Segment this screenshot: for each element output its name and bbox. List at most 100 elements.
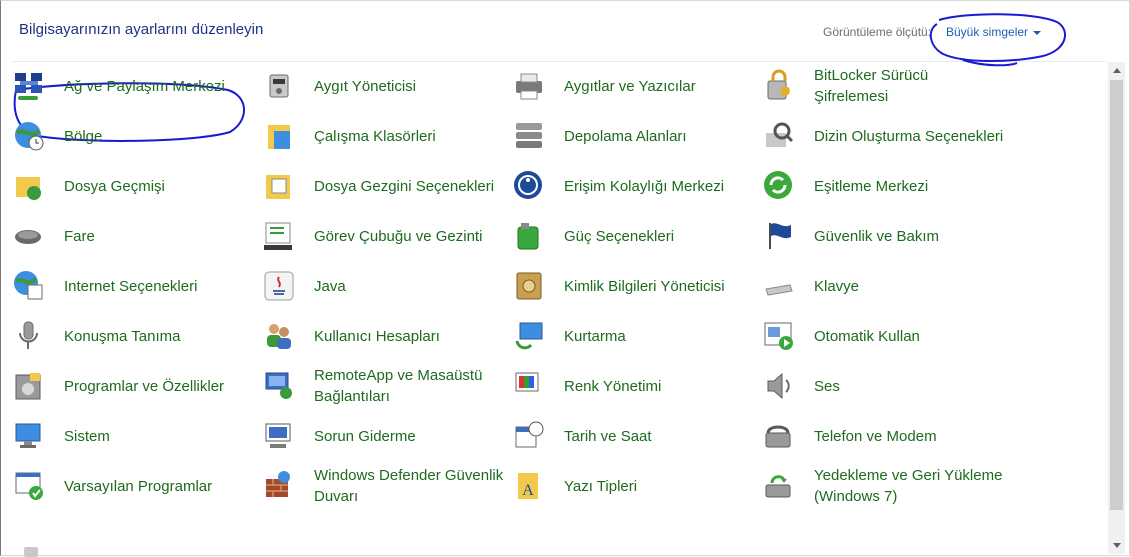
microphone-icon[interactable] <box>12 319 46 353</box>
ease-of-access-icon[interactable] <box>512 169 546 203</box>
control-panel-item-label[interactable]: Windows Defender Güvenlik Duvarı <box>314 465 504 507</box>
java-icon[interactable] <box>262 269 296 303</box>
control-panel-item[interactable]: Java <box>262 261 504 311</box>
control-panel-item[interactable]: Klavye <box>762 261 1004 311</box>
control-panel-item[interactable]: Ses <box>762 361 1004 411</box>
control-panel-item[interactable]: Tarih ve Saat <box>512 411 754 461</box>
control-panel-item[interactable]: Kurtarma <box>512 311 754 361</box>
credential-vault-icon[interactable] <box>512 269 546 303</box>
control-panel-item-label[interactable]: Erişim Kolaylığı Merkezi <box>564 176 754 197</box>
control-panel-item[interactable]: Varsayılan Programlar <box>12 461 254 511</box>
control-panel-item[interactable]: Kullanıcı Hesapları <box>262 311 504 361</box>
control-panel-item-label[interactable]: Tarih ve Saat <box>564 426 754 447</box>
control-panel-item[interactable]: RemoteApp ve Masaüstü Bağlantıları <box>262 361 504 411</box>
control-panel-item-label[interactable]: RemoteApp ve Masaüstü Bağlantıları <box>314 365 504 407</box>
troubleshooting-icon[interactable] <box>262 419 296 453</box>
control-panel-item-label[interactable]: Çalışma Klasörleri <box>314 126 504 147</box>
control-panel-item[interactable]: Çalışma Klasörleri <box>262 111 504 161</box>
control-panel-item-label[interactable]: Yedekleme ve Geri Yükleme (Windows 7) <box>814 465 1004 507</box>
control-panel-item[interactable]: Kimlik Bilgileri Yöneticisi <box>512 261 754 311</box>
control-panel-item[interactable]: Telefon ve Modem <box>762 411 1004 461</box>
file-history-icon[interactable] <box>12 169 46 203</box>
control-panel-item-label[interactable]: Ses <box>814 376 1004 397</box>
globe-clock-icon[interactable] <box>12 119 46 153</box>
control-panel-item-label[interactable]: Dizin Oluşturma Seçenekleri <box>814 126 1004 147</box>
control-panel-item-label[interactable]: Kullanıcı Hesapları <box>314 326 504 347</box>
security-flag-icon[interactable] <box>762 219 796 253</box>
control-panel-item-label[interactable]: Güvenlik ve Bakım <box>814 226 1004 247</box>
system-computer-icon[interactable] <box>12 419 46 453</box>
control-panel-item-label[interactable]: Depolama Alanları <box>564 126 754 147</box>
control-panel-item[interactable]: Dosya Geçmişi <box>12 161 254 211</box>
control-panel-item[interactable]: Dosya Gezgini Seçenekleri <box>262 161 504 211</box>
control-panel-item[interactable]: Güç Seçenekleri <box>512 211 754 261</box>
control-panel-item[interactable]: Renk Yönetimi <box>512 361 754 411</box>
control-panel-item[interactable]: Dizin Oluşturma Seçenekleri <box>762 111 1004 161</box>
programs-features-icon[interactable] <box>12 369 46 403</box>
storage-spaces-icon[interactable] <box>512 119 546 153</box>
control-panel-item-label[interactable]: Ağ ve Paylaşım Merkezi <box>64 76 254 97</box>
recovery-icon[interactable] <box>512 319 546 353</box>
control-panel-item[interactable]: Yedekleme ve Geri Yükleme (Windows 7) <box>762 461 1004 511</box>
control-panel-item-label[interactable]: Kurtarma <box>564 326 754 347</box>
control-panel-item-label[interactable]: Güç Seçenekleri <box>564 226 754 247</box>
power-options-icon[interactable] <box>512 219 546 253</box>
control-panel-item-label[interactable]: Yazı Tipleri <box>564 476 754 497</box>
phone-modem-icon[interactable] <box>762 419 796 453</box>
control-panel-item[interactable]: Bölge <box>12 111 254 161</box>
control-panel-item-label[interactable]: Eşitleme Merkezi <box>814 176 1004 197</box>
folder-options-icon[interactable] <box>262 169 296 203</box>
control-panel-item[interactable]: BitLocker Sürücü Şifrelemesi <box>762 61 1004 111</box>
control-panel-item[interactable]: Windows Defender Güvenlik Duvarı <box>262 461 504 511</box>
printer-icon[interactable] <box>512 69 546 103</box>
control-panel-item-label[interactable]: Internet Seçenekleri <box>64 276 254 297</box>
color-management-icon[interactable] <box>512 369 546 403</box>
control-panel-item-label[interactable]: Varsayılan Programlar <box>64 476 254 497</box>
control-panel-item-label[interactable]: Renk Yönetimi <box>564 376 754 397</box>
control-panel-item[interactable]: Aygıtlar ve Yazıcılar <box>512 61 754 111</box>
control-panel-item-label[interactable]: Aygıt Yöneticisi <box>314 76 504 97</box>
control-panel-item[interactable]: Depolama Alanları <box>512 111 754 161</box>
scroll-up-arrow-icon[interactable] <box>1108 62 1125 79</box>
control-panel-item-label[interactable]: Dosya Geçmişi <box>64 176 254 197</box>
view-by-dropdown[interactable]: Büyük simgeler <box>946 25 1042 39</box>
taskbar-icon[interactable] <box>262 219 296 253</box>
control-panel-item-label[interactable]: Görev Çubuğu ve Gezinti <box>314 226 504 247</box>
default-programs-icon[interactable] <box>12 469 46 503</box>
keyboard-icon[interactable] <box>762 269 796 303</box>
control-panel-item[interactable]: Eşitleme Merkezi <box>762 161 1004 211</box>
control-panel-item[interactable]: Ağ ve Paylaşım Merkezi <box>12 61 254 111</box>
control-panel-item-label[interactable]: Otomatik Kullan <box>814 326 1004 347</box>
remoteapp-icon[interactable] <box>262 369 296 403</box>
backup-restore-icon[interactable] <box>762 469 796 503</box>
speaker-icon[interactable] <box>762 369 796 403</box>
indexing-search-icon[interactable] <box>762 119 796 153</box>
control-panel-item-label[interactable]: Aygıtlar ve Yazıcılar <box>564 76 754 97</box>
control-panel-item[interactable]: Aygıt Yöneticisi <box>262 61 504 111</box>
control-panel-item-label[interactable]: Dosya Gezgini Seçenekleri <box>314 176 504 197</box>
control-panel-item[interactable]: Fare <box>12 211 254 261</box>
scrollbar-thumb[interactable] <box>1110 80 1123 510</box>
scroll-down-arrow-icon[interactable] <box>1108 537 1125 554</box>
control-panel-item[interactable]: Görev Çubuğu ve Gezinti <box>262 211 504 261</box>
firewall-icon[interactable] <box>262 469 296 503</box>
autoplay-icon[interactable] <box>762 319 796 353</box>
control-panel-item-label[interactable]: BitLocker Sürücü Şifrelemesi <box>814 65 1004 107</box>
control-panel-item-label[interactable]: Sorun Giderme <box>314 426 504 447</box>
sync-center-icon[interactable] <box>762 169 796 203</box>
view-by-value[interactable]: Büyük simgeler <box>946 25 1028 39</box>
control-panel-item-label[interactable]: Konuşma Tanıma <box>64 326 254 347</box>
fonts-folder-icon[interactable]: A <box>512 469 546 503</box>
control-panel-item[interactable]: Sorun Giderme <box>262 411 504 461</box>
control-panel-item[interactable]: Sistem <box>12 411 254 461</box>
control-panel-item-label[interactable]: Java <box>314 276 504 297</box>
internet-options-icon[interactable] <box>12 269 46 303</box>
control-panel-item-label[interactable]: Kimlik Bilgileri Yöneticisi <box>564 276 754 297</box>
control-panel-item-label[interactable]: Sistem <box>64 426 254 447</box>
control-panel-item-label[interactable]: Bölge <box>64 126 254 147</box>
control-panel-item[interactable]: Internet Seçenekleri <box>12 261 254 311</box>
control-panel-item[interactable]: Konuşma Tanıma <box>12 311 254 361</box>
control-panel-item[interactable]: Programlar ve Özellikler <box>12 361 254 411</box>
control-panel-item[interactable]: Otomatik Kullan <box>762 311 1004 361</box>
work-folders-icon[interactable] <box>262 119 296 153</box>
